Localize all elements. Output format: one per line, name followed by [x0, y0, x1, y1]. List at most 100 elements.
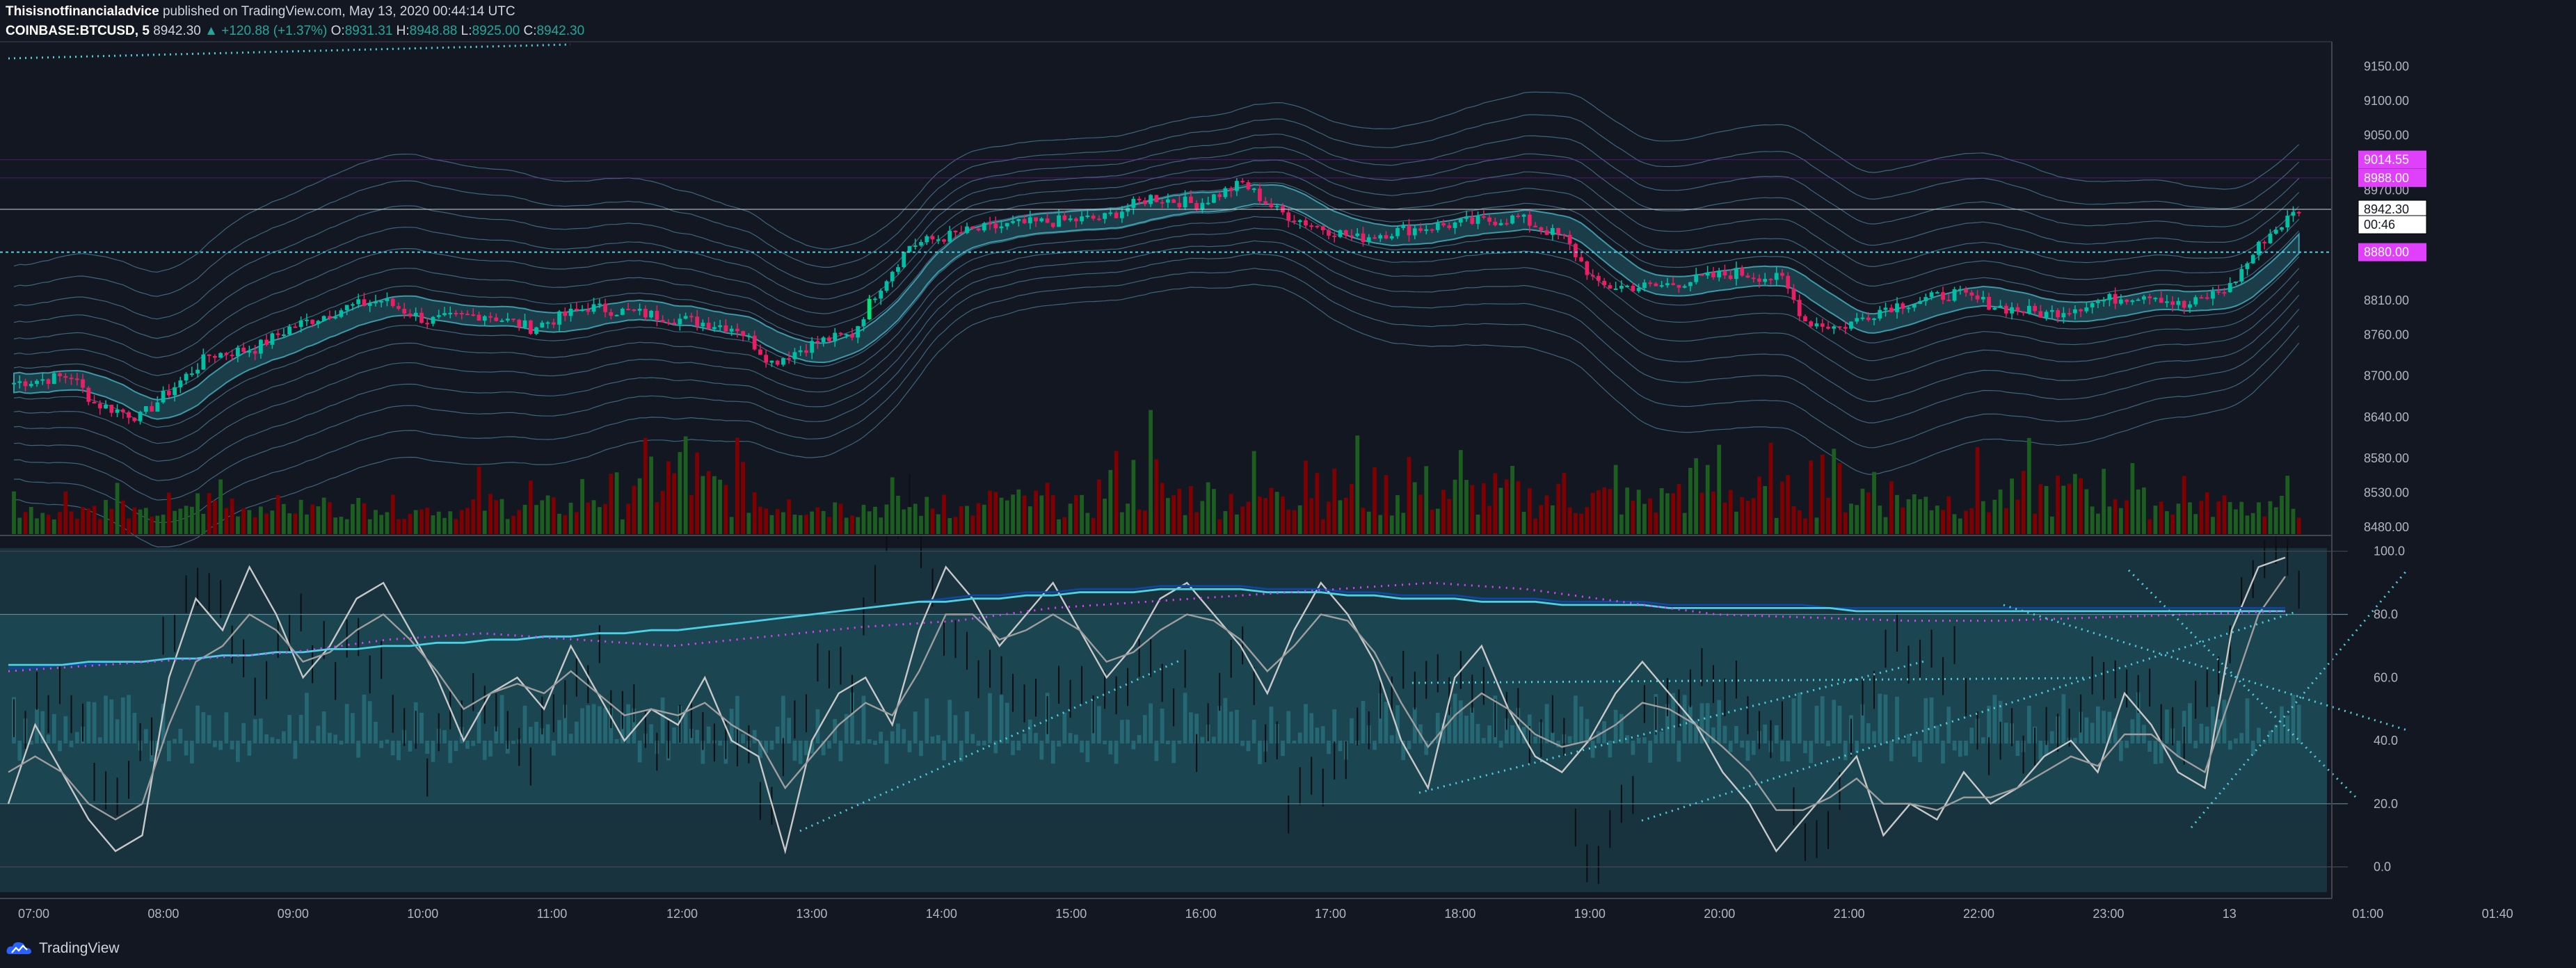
candle-body: [1654, 283, 1658, 287]
volume-bar: [275, 495, 280, 534]
candle-body: [425, 323, 430, 325]
candle-body: [758, 349, 762, 355]
volume-bar: [1137, 509, 1142, 534]
oscillator-histogram-bar: [488, 741, 493, 757]
oscillator-histogram-bar: [1320, 726, 1325, 744]
candle-body: [2211, 291, 2215, 299]
candle-body: [781, 358, 785, 365]
candle-body: [896, 267, 900, 272]
volume-bar: [787, 499, 792, 534]
candle-body: [1263, 201, 1268, 204]
band-line: [13, 240, 2300, 481]
candle-body: [1648, 282, 1653, 284]
volume-bar: [655, 502, 659, 534]
volume-bar: [1458, 450, 1463, 534]
candle-body: [1430, 229, 1434, 231]
volume-bar: [1470, 485, 1475, 534]
candle-body: [282, 334, 286, 337]
candle-body: [207, 354, 211, 356]
candle-body: [104, 405, 108, 409]
oscillator-axis-label: 80.0: [2374, 607, 2398, 621]
price-pane[interactable]: [0, 43, 2332, 548]
oscillator-histogram-bar: [1068, 733, 1073, 744]
volume-bar: [344, 519, 349, 534]
candle-body: [1366, 237, 1371, 243]
oscillator-histogram-bar: [1027, 719, 1032, 744]
oscillator-histogram-bar: [792, 741, 797, 761]
volume-bar: [402, 519, 407, 534]
candle-body: [1269, 203, 1274, 208]
volume-bar: [1774, 517, 1779, 534]
candle-body: [2205, 297, 2209, 299]
volume-bar: [86, 508, 91, 534]
volume-bar: [282, 503, 286, 534]
oscillator-histogram-bar: [390, 741, 395, 756]
volume-bar: [436, 511, 441, 534]
volume-bar: [930, 508, 935, 534]
volume-bar: [643, 437, 648, 534]
volume-bar: [1430, 510, 1434, 534]
volume-bar: [2095, 513, 2100, 534]
candle-body: [1373, 237, 1377, 239]
volume-bar: [718, 479, 723, 534]
oscillator-histogram-bar: [2273, 725, 2278, 744]
oscillator-histogram-bar: [92, 702, 97, 744]
candle-body: [1969, 292, 1974, 296]
candle-body: [1297, 220, 1302, 223]
candle-body: [2285, 216, 2290, 227]
oscillator-histogram-bar: [1826, 741, 1830, 747]
volume-bar: [902, 509, 906, 534]
volume-bar: [2015, 499, 2020, 534]
oscillator-histogram-bar: [2199, 723, 2204, 744]
oscillator-histogram-bar: [362, 694, 367, 744]
band-line: [13, 216, 2300, 444]
oscillator-pane[interactable]: [0, 474, 2408, 898]
oscillator-histogram-bar: [1183, 693, 1187, 744]
chart-canvas[interactable]: 9150.009100.009050.008970.008810.008760.…: [0, 0, 2576, 968]
oscillator-histogram-bar: [838, 741, 843, 761]
volume-bar: [385, 512, 390, 534]
oscillator-histogram-bar: [1791, 698, 1796, 744]
oscillator-histogram-bar: [1941, 741, 1945, 764]
volume-bar: [1149, 410, 1153, 534]
volume-bar: [603, 503, 607, 534]
candle-body: [1320, 226, 1325, 231]
oscillator-histogram-bar: [591, 704, 596, 744]
oscillator-histogram-bar: [913, 711, 918, 744]
tradingview-logo[interactable]: TradingView: [6, 936, 120, 961]
volume-bar: [1343, 497, 1348, 534]
candle-body: [1958, 289, 1962, 291]
candle-body: [1441, 223, 1446, 226]
candle-body: [1590, 275, 1595, 277]
volume-bar: [1860, 488, 1865, 534]
candle-body: [942, 239, 946, 242]
volume-bar: [1073, 495, 1078, 534]
candle-body: [1034, 217, 1038, 222]
candle-body: [46, 379, 51, 385]
oscillator-histogram-bar: [1722, 725, 1727, 744]
volume-bar: [1045, 483, 1050, 534]
oscillator-histogram-bar: [1251, 720, 1256, 744]
volume-bar: [1183, 515, 1187, 534]
volume-bar: [425, 507, 430, 534]
volume-bar: [1361, 508, 1366, 534]
volume-bar: [2142, 487, 2146, 534]
candle-body: [764, 355, 769, 363]
oscillator-histogram-bar: [718, 741, 723, 746]
oscillator-histogram-bar: [2015, 741, 2020, 757]
volume-bar: [672, 473, 676, 534]
oscillator-histogram-bar: [988, 693, 992, 744]
candle-body: [471, 314, 476, 316]
candle-body: [1332, 235, 1337, 237]
oscillator-histogram-bar: [207, 715, 211, 744]
oscillator-histogram-bar: [1177, 741, 1182, 744]
candle-body: [1809, 321, 1814, 327]
candle-body: [873, 298, 877, 300]
candle-body: [442, 313, 447, 316]
candle-body: [138, 412, 143, 421]
volume-bar: [1119, 512, 1124, 534]
candle-body: [97, 403, 102, 409]
volume-bar: [2216, 501, 2221, 534]
oscillator-histogram-bar: [1085, 741, 1090, 762]
volume-bar: [568, 502, 573, 534]
